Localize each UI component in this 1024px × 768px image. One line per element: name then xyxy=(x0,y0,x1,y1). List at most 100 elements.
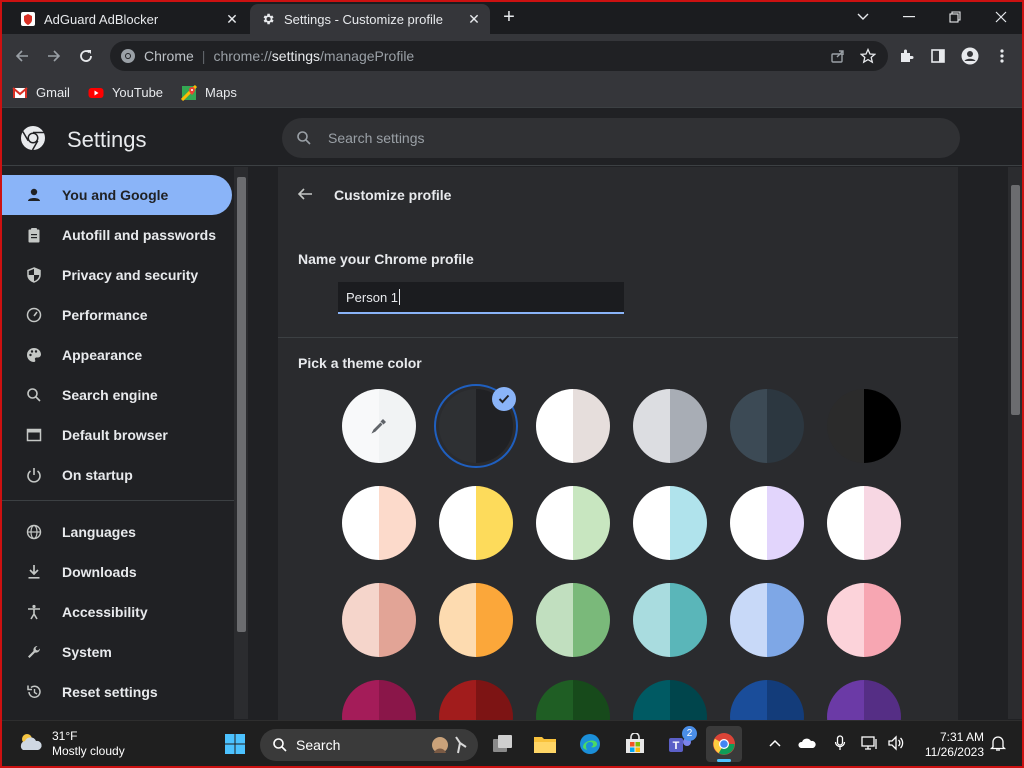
restore-button[interactable] xyxy=(932,2,978,32)
menu-icon[interactable] xyxy=(988,42,1016,70)
swatch-half xyxy=(633,583,670,657)
theme-color-swatch[interactable] xyxy=(730,389,804,463)
back-button[interactable] xyxy=(8,42,36,70)
profile-avatar-icon[interactable] xyxy=(956,42,984,70)
palette-icon xyxy=(24,345,44,365)
name-label: Name your Chrome profile xyxy=(298,251,474,267)
close-icon[interactable]: ✕ xyxy=(224,11,240,27)
address-bar[interactable]: Chrome | chrome://settings/manageProfile xyxy=(110,41,888,71)
new-tab-button[interactable]: + xyxy=(498,7,520,29)
search-input[interactable] xyxy=(328,130,888,146)
gmail-icon xyxy=(12,85,28,101)
network-icon[interactable] xyxy=(860,733,880,753)
search-icon xyxy=(24,385,44,405)
sidebar-item-autofill[interactable]: Autofill and passwords xyxy=(2,215,232,255)
notification-icon[interactable] xyxy=(988,733,1008,753)
tab-search-icon[interactable] xyxy=(840,2,886,32)
theme-color-swatch[interactable] xyxy=(536,486,610,560)
weather-widget[interactable]: 31°F Mostly cloudy xyxy=(16,729,125,759)
extensions-icon[interactable] xyxy=(892,42,920,70)
theme-color-swatch[interactable] xyxy=(633,389,707,463)
sidebar-item-appearance[interactable]: Appearance xyxy=(2,335,232,375)
swatch-half xyxy=(864,486,901,560)
bookmark-star-icon[interactable] xyxy=(860,48,876,64)
onedrive-cloud-icon[interactable] xyxy=(797,733,817,753)
reload-button[interactable] xyxy=(72,42,100,70)
sidebar-item-label: Downloads xyxy=(62,564,137,580)
bookmark-youtube[interactable]: YouTube xyxy=(88,85,163,101)
theme-color-swatch[interactable] xyxy=(342,486,416,560)
sidebar-item-languages[interactable]: Languages xyxy=(2,512,232,552)
theme-color-swatch[interactable] xyxy=(439,583,513,657)
sidebar-item-system[interactable]: System xyxy=(2,632,232,672)
swatch-half xyxy=(827,389,864,463)
swatch-half xyxy=(536,583,573,657)
forward-button[interactable] xyxy=(40,42,68,70)
sidebar-item-label: System xyxy=(62,644,112,660)
sidebar-item-search-engine[interactable]: Search engine xyxy=(2,375,232,415)
minimize-button[interactable] xyxy=(886,2,932,32)
sidebar-item-you-and-google[interactable]: You and Google xyxy=(2,175,232,215)
settings-header: Settings xyxy=(2,109,1022,166)
settings-search[interactable] xyxy=(282,118,960,158)
custom-color-swatch[interactable] xyxy=(342,389,416,463)
teams-icon[interactable]: T 2 xyxy=(665,726,697,759)
swatch-half xyxy=(439,583,476,657)
task-view-icon[interactable] xyxy=(488,729,518,759)
profile-name-value[interactable]: Person 1 xyxy=(346,290,398,305)
download-icon xyxy=(24,562,44,582)
bookmark-maps[interactable]: Maps xyxy=(180,84,237,101)
sidebar-item-reset[interactable]: Reset settings xyxy=(2,672,232,712)
taskbar: 31°F Mostly cloudy Search T 2 7:31 AM 11… xyxy=(2,720,1022,766)
chevron-up-icon[interactable] xyxy=(765,733,785,753)
sidebar-scroll-thumb[interactable] xyxy=(237,177,246,632)
theme-color-swatch[interactable] xyxy=(827,583,901,657)
taskbar-search[interactable]: Search xyxy=(260,729,478,761)
theme-color-swatch[interactable] xyxy=(827,389,901,463)
sidebar-item-label: On startup xyxy=(62,467,133,483)
swatch-half xyxy=(670,486,707,560)
microsoft-store-icon[interactable] xyxy=(620,729,650,759)
back-arrow-icon[interactable] xyxy=(296,185,316,205)
bookmark-gmail[interactable]: Gmail xyxy=(12,85,70,101)
chrome-taskbar-icon[interactable] xyxy=(706,726,742,762)
weather-condition: Mostly cloudy xyxy=(52,744,125,758)
edge-icon[interactable] xyxy=(575,729,605,759)
theme-color-swatch[interactable] xyxy=(439,486,513,560)
theme-color-swatch[interactable] xyxy=(827,486,901,560)
sidebar-item-downloads[interactable]: Downloads xyxy=(2,552,232,592)
theme-color-swatch[interactable] xyxy=(633,583,707,657)
sidebar-item-label: Default browser xyxy=(62,427,168,443)
share-icon[interactable] xyxy=(830,48,846,64)
person-icon xyxy=(24,185,44,205)
theme-color-swatch[interactable] xyxy=(342,583,416,657)
search-icon xyxy=(272,737,288,753)
tab-settings[interactable]: Settings - Customize profile ✕ xyxy=(250,4,490,34)
theme-color-swatch[interactable] xyxy=(536,583,610,657)
sidebar-item-performance[interactable]: Performance xyxy=(2,295,232,335)
sidebar-item-label: Search engine xyxy=(62,387,158,403)
volume-icon[interactable] xyxy=(886,733,906,753)
theme-color-swatch[interactable] xyxy=(633,486,707,560)
side-panel-icon[interactable] xyxy=(924,42,952,70)
gear-icon xyxy=(260,11,276,27)
theme-color-swatch[interactable] xyxy=(730,486,804,560)
file-explorer-icon[interactable] xyxy=(530,729,560,759)
main-scroll-thumb[interactable] xyxy=(1011,185,1020,415)
sidebar-item-accessibility[interactable]: Accessibility xyxy=(2,592,232,632)
close-icon[interactable]: ✕ xyxy=(466,11,482,27)
close-window-button[interactable] xyxy=(978,2,1022,32)
page-title: Settings xyxy=(67,127,147,152)
tab-adguard[interactable]: AdGuard AdBlocker ✕ xyxy=(10,4,248,34)
sidebar-item-privacy[interactable]: Privacy and security xyxy=(2,255,232,295)
swatch-half xyxy=(730,389,767,463)
sidebar-item-default-browser[interactable]: Default browser xyxy=(2,415,232,455)
gauge-icon xyxy=(24,305,44,325)
theme-color-swatch[interactable] xyxy=(730,583,804,657)
taskbar-clock[interactable]: 7:31 AM 11/26/2023 xyxy=(920,730,984,760)
windows-start-icon[interactable] xyxy=(220,729,250,759)
theme-color-swatch[interactable] xyxy=(536,389,610,463)
microphone-icon[interactable] xyxy=(830,733,850,753)
sidebar-item-on-startup[interactable]: On startup xyxy=(2,455,232,495)
profile-name-field[interactable]: Person 1 xyxy=(338,282,624,314)
